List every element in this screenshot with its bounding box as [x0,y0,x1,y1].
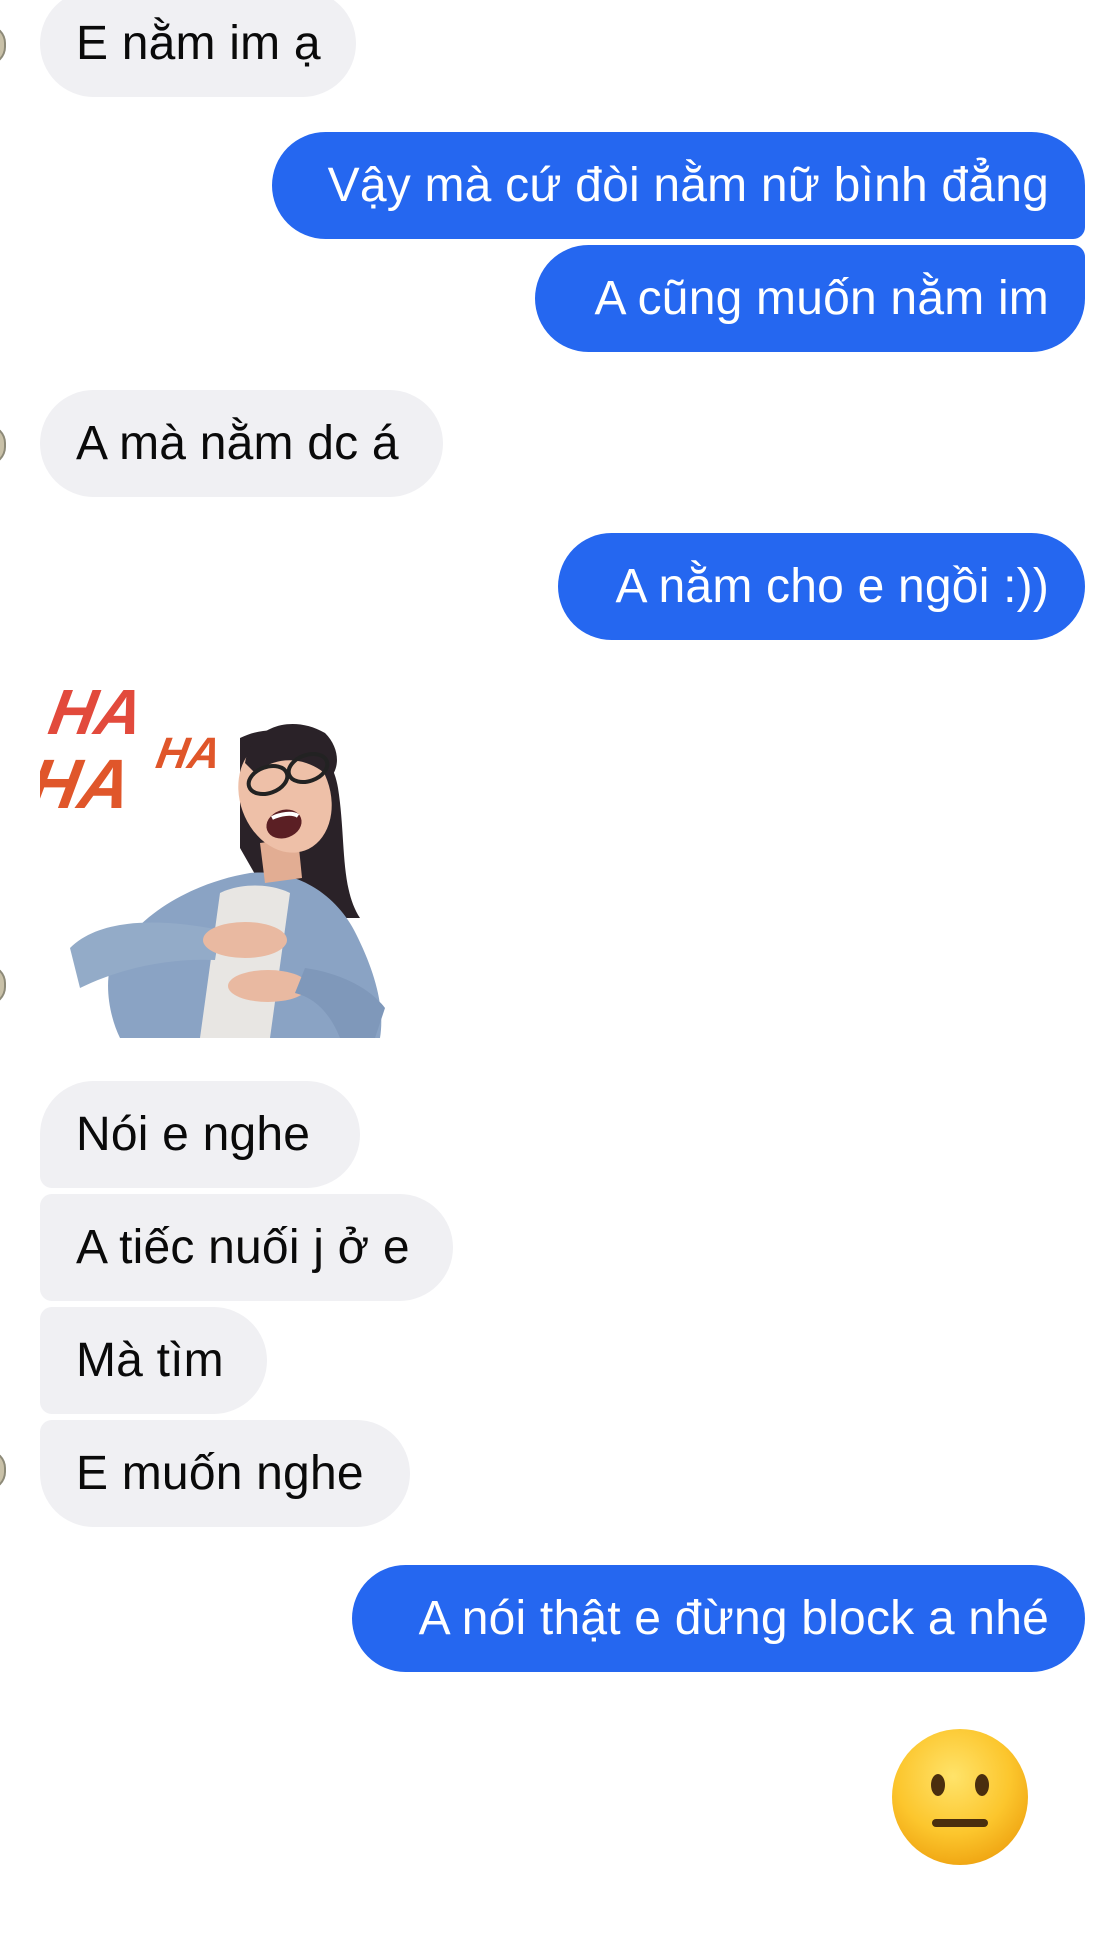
message-bubble-outgoing[interactable]: A cũng muốn nằm im [535,245,1085,352]
sticker-text: HA [44,676,149,747]
message-text: E nằm im ạ [76,17,321,70]
message-text: A cũng muốn nằm im [594,272,1049,325]
laughing-woman-sticker[interactable]: HA HA HA [40,668,400,1038]
message-bubble-incoming[interactable]: A tiếc nuối j ở e [40,1194,453,1301]
contact-avatar[interactable] [0,425,6,465]
message-text: A mà nằm dc á [76,417,399,470]
message-bubble-incoming[interactable]: Mà tìm [40,1307,267,1414]
contact-avatar[interactable] [0,25,6,65]
message-bubble-incoming[interactable]: E nằm im ạ [40,0,356,97]
message-text: Nói e nghe [76,1108,311,1161]
contact-avatar[interactable] [0,1450,6,1490]
message-bubble-incoming[interactable]: E muốn nghe [40,1420,410,1527]
neutral-face-emoji[interactable] [890,1727,1030,1867]
message-bubble-incoming[interactable]: A mà nằm dc á [40,390,443,497]
sticker-text: HA [40,744,138,822]
chat-thread[interactable]: E nằm im ạ Vậy mà cứ đòi nằm nữ bình đẳn… [0,0,1115,1943]
message-bubble-outgoing[interactable]: A nói thật e đừng block a nhé [352,1565,1085,1672]
message-bubble-outgoing[interactable]: Vậy mà cứ đòi nằm nữ bình đẳng [272,132,1085,239]
message-text: A tiếc nuối j ở e [76,1221,410,1274]
message-text: E muốn nghe [76,1447,364,1500]
message-text: Vậy mà cứ đòi nằm nữ bình đẳng [327,159,1049,212]
message-text: A nằm cho e ngồi :)) [615,560,1049,613]
message-bubble-outgoing[interactable]: A nằm cho e ngồi :)) [558,533,1085,640]
contact-avatar[interactable] [0,965,6,1005]
message-bubble-incoming[interactable]: Nói e nghe [40,1081,360,1188]
sticker-text: HA [153,729,225,778]
message-text: Mà tìm [76,1334,224,1387]
message-text: A nói thật e đừng block a nhé [418,1592,1049,1645]
